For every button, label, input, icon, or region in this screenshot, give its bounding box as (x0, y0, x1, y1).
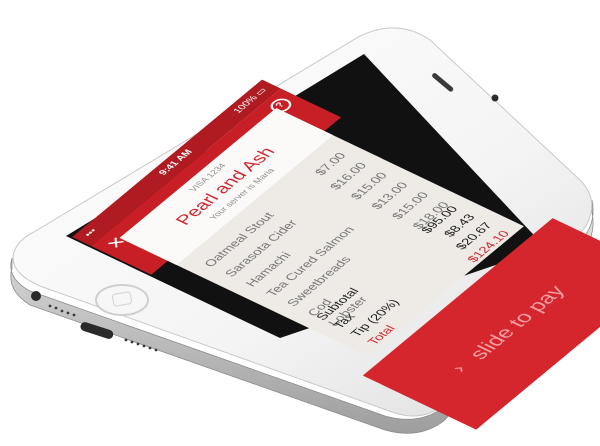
chevron-right-icon[interactable]: › (447, 362, 472, 376)
slide-to-pay-label: slide to pay (463, 282, 570, 363)
front-camera (491, 94, 499, 102)
home-button[interactable] (95, 284, 149, 316)
headphone-jack (31, 291, 41, 301)
